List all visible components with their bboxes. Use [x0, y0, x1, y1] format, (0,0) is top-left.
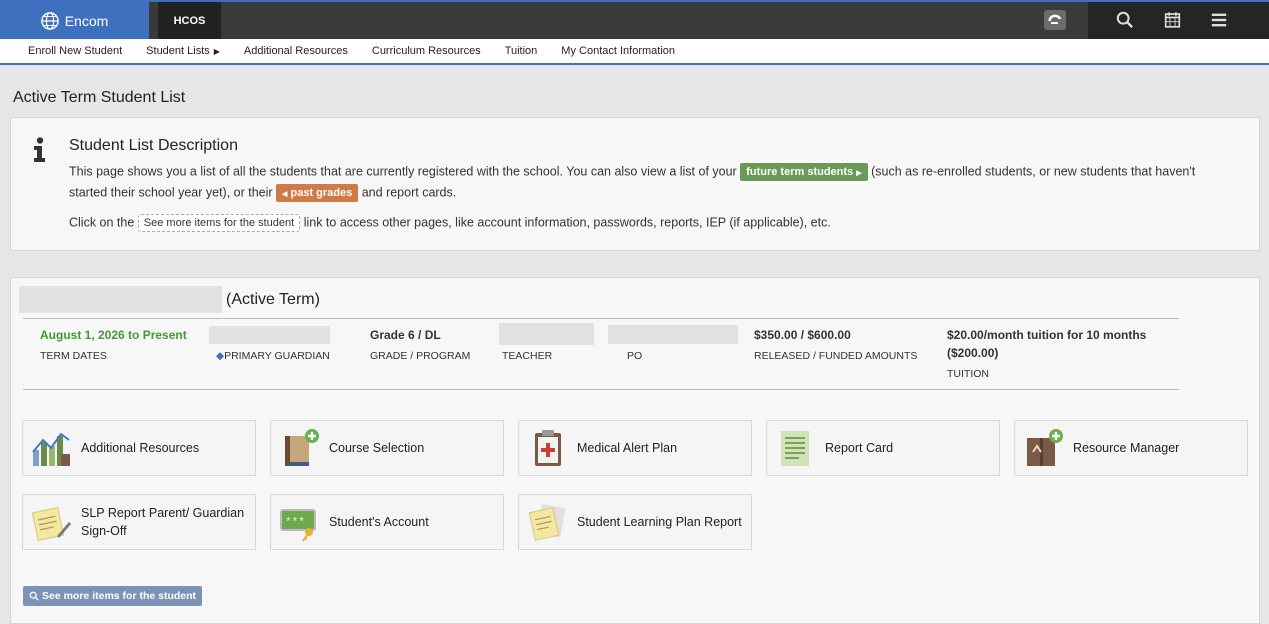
future-term-students-link[interactable]: future term students ▶ [740, 163, 868, 181]
po-name-redacted [608, 325, 738, 344]
search-icon [29, 591, 39, 601]
term-status: (Active Term) [226, 291, 320, 308]
description-panel: Student List Description This page shows… [10, 117, 1260, 251]
globe-icon [40, 11, 59, 30]
sync-icon [1048, 14, 1062, 24]
menu-enroll-new-student[interactable]: Enroll New Student [16, 45, 134, 57]
tile-additional-resources[interactable]: Additional Resources [22, 420, 256, 476]
link-label: past grades [290, 187, 353, 199]
calendar-button[interactable] [1160, 8, 1184, 32]
teacher-name-redacted [499, 323, 594, 345]
menu-student-lists[interactable]: Student Lists ▶ [134, 45, 232, 57]
tuition-total: ($200.00) [947, 346, 999, 360]
description-text: started their school year yet), or their [69, 185, 273, 200]
description-text: link to access other pages, like account… [303, 215, 831, 230]
tile-label: SLP Report Parent/ Guardian Sign-Off [81, 506, 245, 538]
divider [23, 389, 1179, 390]
menu-label: Student Lists [146, 45, 210, 57]
tile-label: Resource Manager [1073, 441, 1180, 455]
tile-resource-manager[interactable]: Resource Manager [1014, 420, 1248, 476]
guardian-name-redacted [209, 326, 330, 344]
tile-label: Additional Resources [81, 441, 200, 455]
caret-left-icon: ◀ [282, 191, 288, 198]
tile-label: Medical Alert Plan [577, 441, 678, 455]
description-line-1: This page shows you a list of all the st… [69, 163, 1195, 181]
tile-report-card[interactable]: Report Card [766, 420, 1000, 476]
brand-name: Encom [64, 12, 109, 29]
description-line-3: Click on the See more items for the stud… [69, 214, 831, 232]
diamond-icon: ◆ [216, 350, 225, 362]
calendar-icon [1164, 12, 1180, 28]
search-button[interactable] [1113, 8, 1137, 32]
tile-label: Student's Account [329, 515, 429, 529]
top-bar: Encom HCOS [0, 0, 1269, 39]
info-icon [34, 137, 45, 162]
menu-curriculum-resources[interactable]: Curriculum Resources [360, 45, 493, 57]
see-more-items-button[interactable]: See more items for the student [23, 586, 203, 606]
menu-tuition[interactable]: Tuition [493, 45, 550, 57]
password-key-icon: *** [280, 509, 316, 542]
student-card: (Active Term) August 1, 2026 to Present … [10, 277, 1260, 624]
menu-label: My Contact Information [561, 45, 676, 57]
divider [23, 318, 1179, 319]
box-add-icon [1027, 429, 1063, 466]
description-text: and report cards. [361, 185, 457, 200]
page-title: Active Term Student List [13, 89, 186, 106]
funded-amounts-label: RELEASED / FUNDED AMOUNTS [754, 350, 918, 362]
term-dates-label: TERM DATES [40, 350, 107, 362]
menu-additional-resources[interactable]: Additional Resources [232, 45, 360, 57]
tuition-value: $20.00/month tuition for 10 months [947, 328, 1147, 342]
button-label: See more items for the student [42, 590, 197, 602]
chart-icon [32, 432, 70, 466]
tile-label: Course Selection [329, 441, 425, 455]
funded-amounts-value: $350.00 / $600.00 [754, 328, 851, 342]
school-tab[interactable]: HCOS [158, 2, 221, 39]
tile-medical-alert-plan[interactable]: Medical Alert Plan [518, 420, 752, 476]
see-more-example: See more items for the student [137, 214, 301, 232]
sync-button[interactable] [1044, 10, 1066, 30]
main-menu: Enroll New Student Student Lists ▶ Additi… [0, 39, 1269, 65]
grade-program-value: Grade 6 / DL [370, 328, 441, 342]
menu-my-contact-information[interactable]: My Contact Information [549, 45, 687, 57]
book-add-icon [285, 429, 319, 466]
teacher-label: TEACHER [502, 350, 553, 362]
menu-button[interactable] [1207, 8, 1231, 32]
description-text: This page shows you a list of all the st… [69, 164, 737, 179]
menu-label: Additional Resources [243, 45, 348, 57]
description-text: Click on the [69, 215, 135, 230]
po-label: PO [627, 350, 643, 362]
grade-program-label: GRADE / PROGRAM [370, 350, 471, 362]
menu-label: Enroll New Student [28, 45, 123, 57]
link-label: future term students [746, 166, 854, 178]
description-line-2: started their school year yet), or their… [69, 184, 456, 202]
menu-label: Curriculum Resources [371, 45, 481, 57]
past-grades-link[interactable]: ◀ past grades [276, 184, 359, 202]
clipboard-medical-icon [535, 430, 561, 466]
notepad-icon [528, 504, 566, 541]
tile-students-account[interactable]: *** Student's Account [270, 494, 504, 550]
caret-right-icon: ▶ [856, 170, 862, 177]
svg-text:***: *** [285, 517, 305, 529]
document-icon [781, 431, 809, 466]
tile-label: Student Learning Plan Report [577, 515, 742, 529]
description-text: (such as re-enrolled students, or new st… [871, 164, 1196, 179]
menu-label: Tuition [504, 45, 538, 57]
caret-right-icon: ▶ [213, 47, 220, 56]
tile-course-selection[interactable]: Course Selection [270, 420, 504, 476]
notepad-pencil-icon [31, 507, 71, 541]
tile-slp-report-sign-off[interactable]: SLP Report Parent/ Guardian Sign-Off [22, 494, 256, 550]
primary-guardian-label: ◆PRIMARY GUARDIAN [216, 350, 330, 362]
description-title: Student List Description [69, 137, 238, 154]
tile-student-learning-plan-report[interactable]: Student Learning Plan Report [518, 494, 752, 550]
term-dates-value: August 1, 2026 to Present [40, 328, 187, 342]
label-text: PRIMARY GUARDIAN [224, 350, 330, 362]
search-icon [1116, 11, 1134, 29]
brand-home-link[interactable]: Encom [0, 2, 149, 39]
student-name-redacted [19, 286, 222, 313]
hamburger-icon [1211, 13, 1227, 27]
tuition-label: TUITION [947, 368, 989, 380]
tile-label: Report Card [825, 441, 894, 455]
